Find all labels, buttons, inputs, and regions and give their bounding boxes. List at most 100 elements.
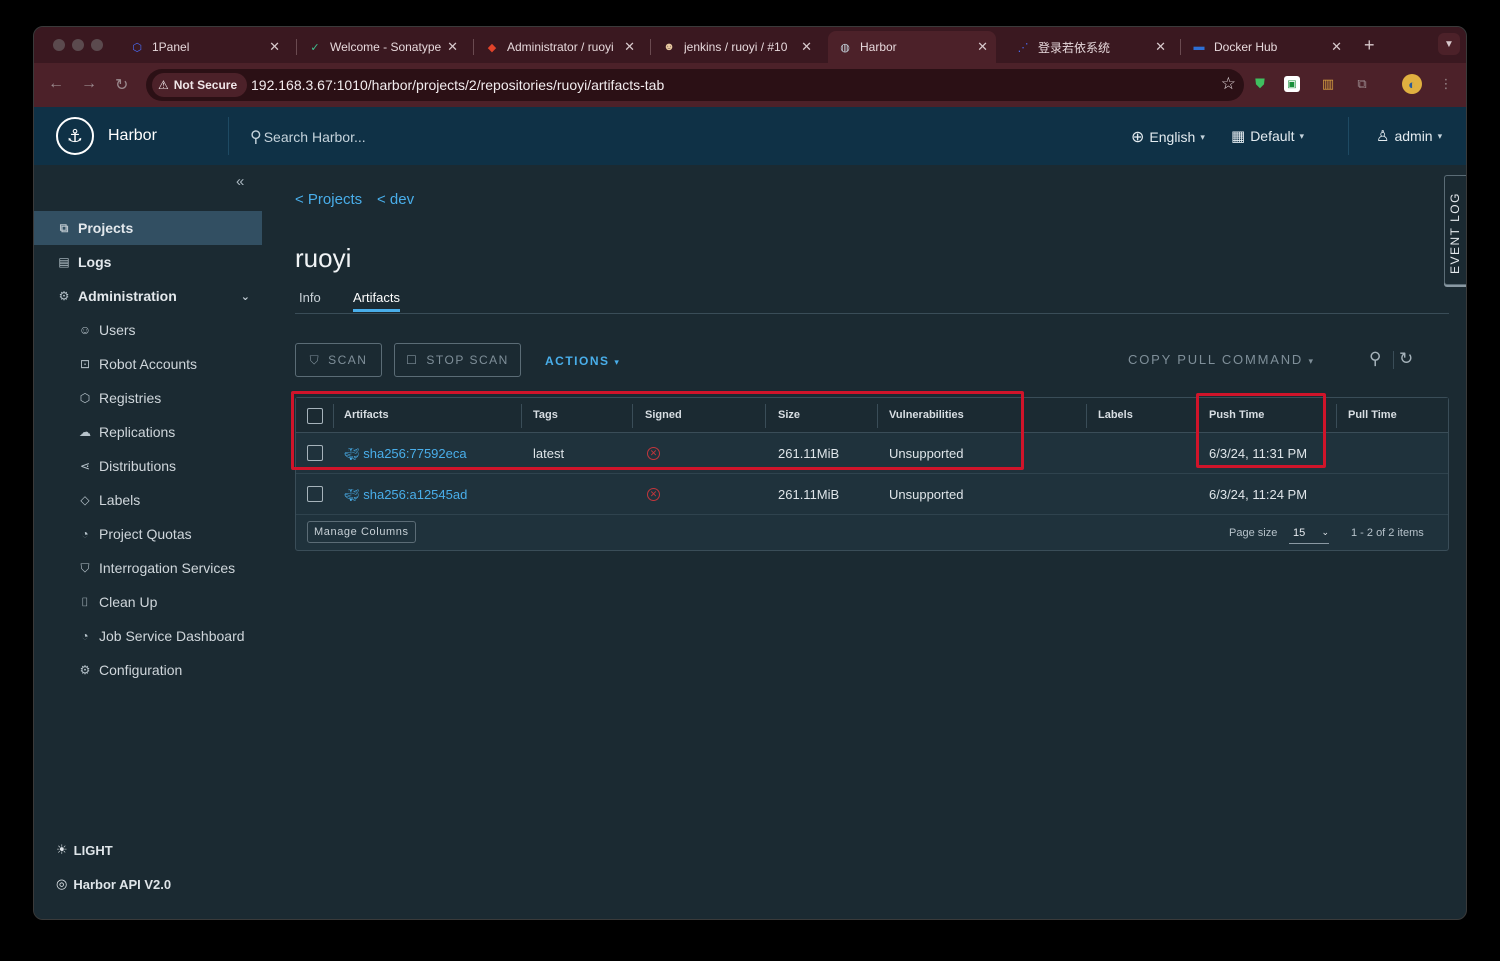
api-link[interactable]: ◎ Harbor API V2.0 (56, 876, 171, 892)
logs-icon: ▤ (58, 255, 70, 269)
sonatype-icon: ✓ (310, 41, 320, 54)
api-icon: ◎ (56, 876, 68, 891)
gitlab-icon: ◆ (487, 41, 497, 54)
tab-search-icon[interactable]: ▼ (1438, 33, 1460, 55)
column-pull-time[interactable]: Pull Time (1348, 409, 1397, 421)
browser-tab-ruoyi[interactable]: ⋰ 登录若依系统 ✕ (1006, 31, 1174, 63)
bookmark-star-icon[interactable]: ☆ (1221, 74, 1236, 94)
chart-extension-icon[interactable]: ▥ (1318, 74, 1338, 94)
scan-button[interactable]: ⛉ SCAN (295, 343, 382, 377)
user-icon: ♙ (1376, 128, 1390, 145)
sidebar-item-administration[interactable]: ⚙ Administration ⌄ (34, 279, 262, 313)
sidebar-item-users[interactable]: ☺ Users (34, 313, 262, 347)
back-icon[interactable]: ← (48, 75, 64, 93)
collapse-sidebar-icon[interactable]: « (236, 173, 244, 190)
harbor-logo-icon[interactable]: ⚓ (56, 117, 94, 155)
search-icon[interactable]: ⚲ (1369, 349, 1381, 369)
sheet-extension-icon[interactable]: ▣ (1284, 76, 1300, 92)
stop-scan-button[interactable]: ☐ STOP SCAN (394, 343, 521, 377)
docker-icon: 🐳︎ (344, 488, 360, 502)
sidebar: « ⧉ Projects ▤ Logs ⚙ Administration ⌄ ☺… (34, 165, 262, 919)
close-tab-icon[interactable]: ✕ (1155, 39, 1166, 55)
administration-icon: ⚙ (58, 289, 70, 303)
zoom-window-button[interactable] (91, 39, 103, 51)
browser-toolbar: ← → ↻ ⚠ Not Secure 192.168.3.67:1010/har… (34, 63, 1466, 107)
language-selector[interactable]: ⊕ English ▾ (1131, 127, 1205, 147)
table-row[interactable]: 🐳︎ sha256:a12545ad ✕ 261.11MiB Unsupporte… (296, 474, 1448, 515)
window-controls[interactable] (53, 39, 103, 51)
sidebar-item-replications[interactable]: ☁ Replications (34, 415, 262, 449)
profile-avatar[interactable]: ◐ (1402, 74, 1422, 94)
close-tab-icon[interactable]: ✕ (624, 39, 635, 55)
close-tab-icon[interactable]: ✕ (447, 39, 458, 55)
highlight-box-push-time (1196, 393, 1326, 468)
artifact-vulnerabilities: Unsupported (889, 487, 964, 502)
sidebar-item-job-service-dashboard[interactable]: ◔ Job Service Dashboard (34, 619, 262, 653)
dashboard-icon: ◔ (81, 629, 89, 643)
adblock-extension-icon[interactable]: ⛊ (1250, 74, 1270, 94)
harbor-header: ⚓ Harbor ⚲ Search Harbor... ⊕ English ▾ … (34, 107, 1466, 165)
sidebar-item-configuration[interactable]: ⚙ Configuration (34, 653, 262, 687)
copy-pull-command-dropdown[interactable]: COPY PULL COMMAND ▾ (1128, 352, 1315, 367)
trash-icon: ⌷ (81, 594, 89, 609)
minimize-window-button[interactable] (72, 39, 84, 51)
reload-icon[interactable]: ↻ (115, 75, 128, 95)
extensions-puzzle-icon[interactable]: ⧉ (1352, 74, 1372, 94)
event-log-tab[interactable]: EVENT LOG (1444, 175, 1466, 285)
shield-icon: ⛉ (309, 352, 321, 367)
robot-icon: ⊡ (79, 357, 91, 371)
sidebar-item-interrogation-services[interactable]: ⛉ Interrogation Services (34, 551, 262, 585)
tab-artifacts[interactable]: Artifacts (353, 290, 400, 312)
browser-tab-jenkins[interactable]: ☻ jenkins / ruoyi / #10 ✕ (652, 31, 820, 63)
global-search[interactable]: ⚲ Search Harbor... (250, 127, 366, 147)
address-bar[interactable]: ⚠ Not Secure 192.168.3.67:1010/harbor/pr… (146, 69, 1244, 101)
sidebar-item-project-quotas[interactable]: ◔ Project Quotas (34, 517, 262, 551)
chevron-down-icon: ⌄ (1321, 527, 1329, 537)
sidebar-item-labels[interactable]: ◇ Labels (34, 483, 262, 517)
forward-icon[interactable]: → (81, 75, 97, 93)
datetime-format-selector[interactable]: ▦ Default ▾ (1231, 127, 1304, 145)
sidebar-item-logs[interactable]: ▤ Logs (34, 245, 262, 279)
theme-toggle[interactable]: ☀ LIGHT (56, 842, 113, 858)
row-checkbox[interactable] (307, 486, 323, 502)
user-menu[interactable]: ♙ admin ▾ (1376, 127, 1442, 145)
browser-tab-dockerhub[interactable]: ▬ Docker Hub ✕ (1182, 31, 1350, 63)
page-size-select[interactable]: 15 ⌄ (1289, 527, 1329, 544)
close-window-button[interactable] (53, 39, 65, 51)
main-content: < Projects < dev ruoyi Info Artifacts ⛉ … (262, 165, 1449, 919)
browser-tab-1panel[interactable]: ⬡ 1Panel ✕ (120, 31, 288, 63)
search-icon: ⚲ (250, 129, 262, 146)
sidebar-item-projects[interactable]: ⧉ Projects (34, 211, 262, 245)
docker-icon: ▬ (1193, 41, 1205, 53)
column-labels[interactable]: Labels (1098, 409, 1133, 421)
breadcrumb-projects[interactable]: < Projects (295, 191, 362, 208)
new-tab-icon[interactable]: + (1364, 35, 1375, 56)
security-indicator[interactable]: ⚠ Not Secure (152, 73, 248, 97)
close-tab-icon[interactable]: ✕ (801, 39, 812, 55)
browser-tab-sonatype[interactable]: ✓ Welcome - Sonatype ✕ (298, 31, 466, 63)
artifact-digest-link[interactable]: 🐳︎ sha256:a12545ad (344, 487, 467, 502)
browser-window: ⬡ 1Panel ✕ ✓ Welcome - Sonatype ✕ ◆ Admi… (33, 26, 1467, 920)
chevron-down-icon: ▾ (1308, 356, 1315, 366)
brand-name[interactable]: Harbor (108, 127, 157, 145)
browser-tab-harbor[interactable]: ◍ Harbor ✕ (828, 31, 996, 63)
manage-columns-button[interactable]: Manage Columns (307, 521, 416, 543)
browser-menu-icon[interactable]: ⋮ (1436, 74, 1456, 94)
breadcrumb-dev[interactable]: < dev (377, 191, 414, 208)
actions-dropdown[interactable]: ACTIONS ▾ (545, 354, 620, 368)
tab-strip: ⬡ 1Panel ✕ ✓ Welcome - Sonatype ✕ ◆ Admi… (34, 27, 1466, 63)
close-tab-icon[interactable]: ✕ (269, 39, 280, 55)
sidebar-item-clean-up[interactable]: ⌷ Clean Up (34, 585, 262, 619)
tag-icon: ◇ (80, 493, 90, 507)
sidebar-item-robot-accounts[interactable]: ⊡ Robot Accounts (34, 347, 262, 381)
sidebar-item-registries[interactable]: ⬡ Registries (34, 381, 262, 415)
browser-tab-gitlab[interactable]: ◆ Administrator / ruoyi ✕ (475, 31, 643, 63)
search-input[interactable]: Search Harbor... (264, 129, 366, 145)
url-text[interactable]: 192.168.3.67:1010/harbor/projects/2/repo… (251, 77, 664, 93)
replications-icon: ☁ (79, 425, 91, 439)
tab-info[interactable]: Info (299, 290, 321, 305)
close-tab-icon[interactable]: ✕ (977, 39, 988, 55)
sidebar-item-distributions[interactable]: ⋖ Distributions (34, 449, 262, 483)
refresh-icon[interactable]: ↻ (1399, 349, 1413, 369)
close-tab-icon[interactable]: ✕ (1331, 39, 1342, 55)
